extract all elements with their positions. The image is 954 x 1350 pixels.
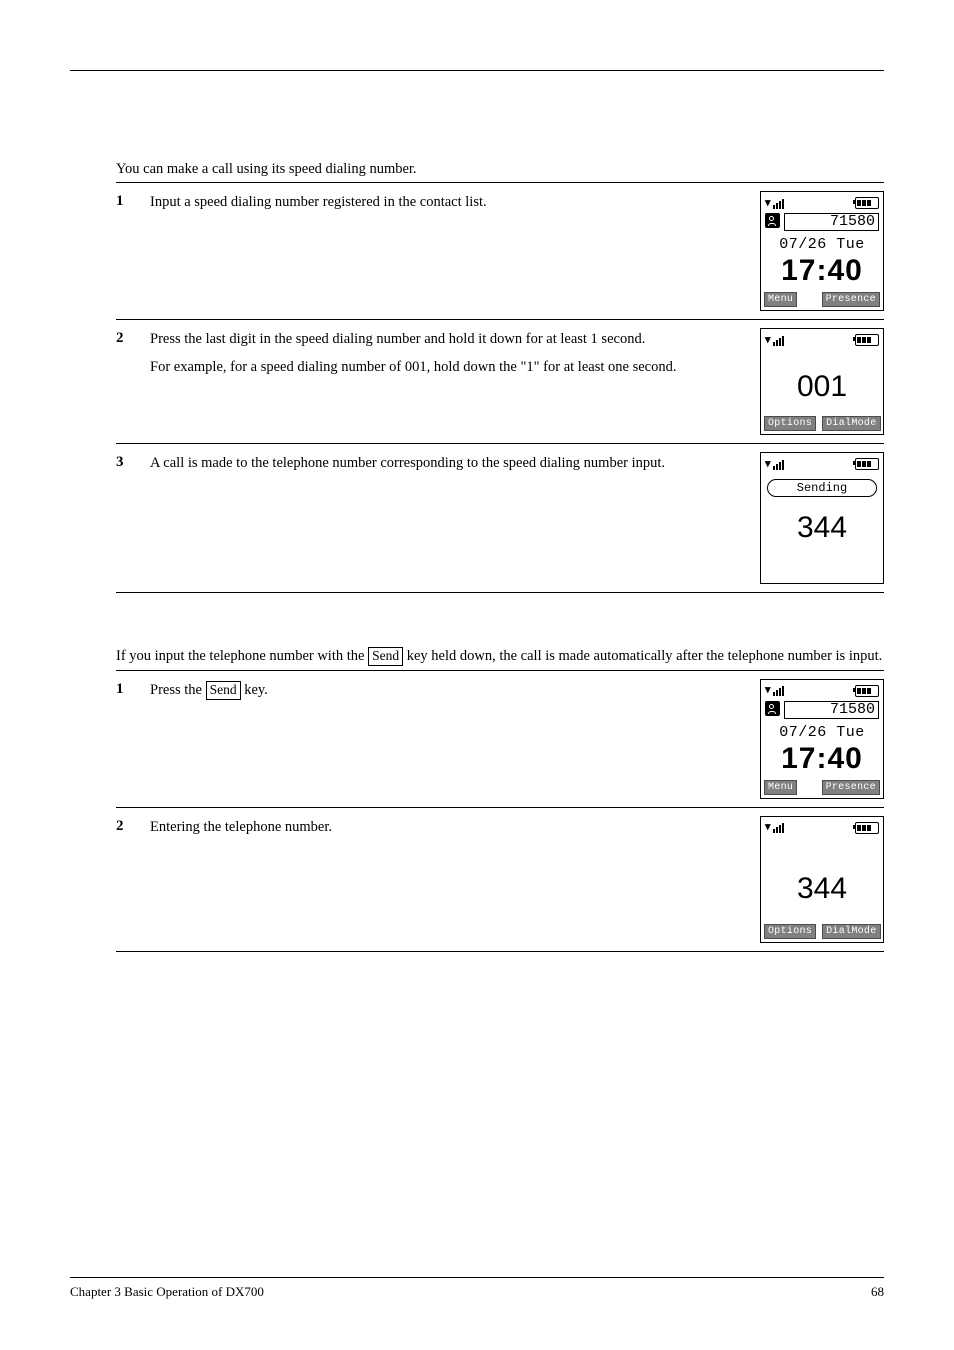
softkey-left: Options xyxy=(764,416,816,431)
softkey-left: Menu xyxy=(764,292,797,307)
section2-steps: 1 Press the Send key. ▾ xyxy=(116,670,884,952)
phone-screen: ▾ 71580 07/26 Tue 17:40 Menu xyxy=(760,679,884,799)
signal-icon: ▾ xyxy=(765,685,784,696)
signal-icon: ▾ xyxy=(765,459,784,470)
step-text: Press the Send key. xyxy=(150,679,754,709)
date-label: 07/26 Tue xyxy=(761,724,883,741)
dial-number: 344 xyxy=(761,513,883,543)
clock-label: 17:40 xyxy=(761,744,883,774)
phone-screen: ▾ 001 Options DialMode xyxy=(760,328,884,435)
battery-icon xyxy=(855,197,879,209)
date-label: 07/26 Tue xyxy=(761,236,883,253)
battery-icon xyxy=(855,334,879,346)
battery-icon xyxy=(855,458,879,470)
section1-steps: 1 Input a speed dialing number registere… xyxy=(116,182,884,593)
step-number: 3 xyxy=(116,452,150,471)
page-footer: Chapter 3 Basic Operation of DX700 68 xyxy=(70,1284,884,1300)
table-row: 3 A call is made to the telephone number… xyxy=(116,443,884,592)
table-row: 2 Press the last digit in the speed dial… xyxy=(116,319,884,443)
step-number: 2 xyxy=(116,816,150,835)
phonebook-icon xyxy=(765,701,780,716)
dial-number: 344 xyxy=(761,874,883,904)
section-send-key: If you input the telephone number with t… xyxy=(70,647,884,952)
table-row: 1 Input a speed dialing number registere… xyxy=(116,183,884,319)
header-rule xyxy=(70,70,884,71)
step-number: 1 xyxy=(116,679,150,698)
send-key: Send xyxy=(206,681,241,700)
table-row: 2 Entering the telephone number. ▾ xyxy=(116,807,884,951)
softkey-right: DialMode xyxy=(822,416,880,431)
phone-screen: ▾ 71580 07/26 Tue 17:40 Menu xyxy=(760,191,884,311)
extension-field: 71580 xyxy=(784,213,879,231)
footer-chapter: Chapter 3 Basic Operation of DX700 xyxy=(70,1284,264,1300)
section2-intro: If you input the telephone number with t… xyxy=(116,647,884,666)
dial-number: 001 xyxy=(761,372,883,402)
step-text: Input a speed dialing number registered … xyxy=(150,191,754,221)
battery-icon xyxy=(855,685,879,697)
send-key: Send xyxy=(368,647,403,666)
signal-icon: ▾ xyxy=(765,335,784,346)
softkey-left: Options xyxy=(764,924,816,939)
step-number: 1 xyxy=(116,191,150,210)
signal-icon: ▾ xyxy=(765,822,784,833)
step-text: Entering the telephone number. xyxy=(150,816,754,846)
footer-rule xyxy=(70,1277,884,1278)
step-text: A call is made to the telephone number c… xyxy=(150,452,754,482)
step-text: Press the last digit in the speed dialin… xyxy=(150,328,754,385)
phone-screen: ▾ Sending 344 xyxy=(760,452,884,584)
table-row: 1 Press the Send key. ▾ xyxy=(116,671,884,807)
footer-page-number: 68 xyxy=(871,1284,884,1300)
extension-field: 71580 xyxy=(784,701,879,719)
battery-icon xyxy=(855,822,879,834)
clock-label: 17:40 xyxy=(761,256,883,286)
call-status: Sending xyxy=(767,479,877,497)
section1-intro: You can make a call using its speed dial… xyxy=(116,161,884,178)
phone-screen: ▾ 344 Options DialMode xyxy=(760,816,884,943)
softkey-right: DialMode xyxy=(822,924,880,939)
signal-icon: ▾ xyxy=(765,198,784,209)
section-speed-dial: You can make a call using its speed dial… xyxy=(70,161,884,593)
step-number: 2 xyxy=(116,328,150,347)
softkey-right: Presence xyxy=(822,292,880,307)
softkey-left: Menu xyxy=(764,780,797,795)
phonebook-icon xyxy=(765,213,780,228)
softkey-right: Presence xyxy=(822,780,880,795)
